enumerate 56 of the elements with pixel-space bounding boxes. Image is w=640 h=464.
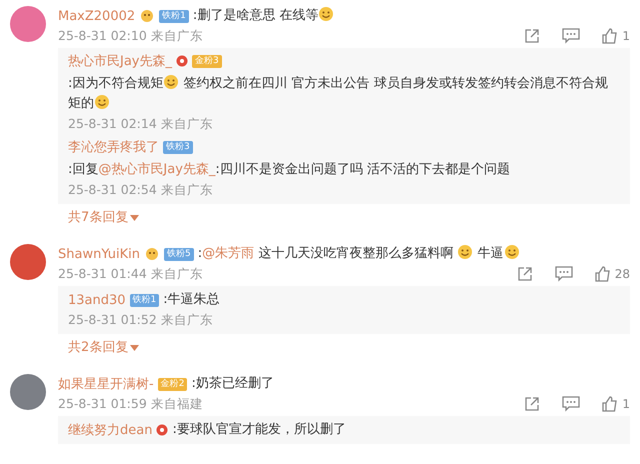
- mention-link[interactable]: @朱芳雨: [202, 246, 254, 261]
- username[interactable]: MaxZ20002: [58, 8, 136, 24]
- comment-icon[interactable]: [562, 28, 580, 44]
- share-icon[interactable]: [524, 28, 540, 44]
- avatar[interactable]: [10, 6, 46, 42]
- avatar[interactable]: [10, 244, 46, 280]
- fan-badge: 铁粉1: [130, 294, 160, 306]
- username[interactable]: ShawnYuiKin: [58, 246, 140, 262]
- comment-time: 25-8-31 01:59 来自福建: [58, 395, 203, 413]
- emoji-icon: [163, 74, 180, 90]
- username[interactable]: 继续努力dean: [68, 421, 152, 439]
- emoji-icon: [504, 244, 520, 260]
- comment-text: :@朱芳雨 这十几天没吃宵夜整那么多猛料啊 牛逼: [198, 244, 520, 264]
- like-count: 1: [622, 29, 630, 43]
- fan-badge: 铁粉1: [159, 10, 189, 22]
- comment-text: :删了是啥意思 在线等: [192, 6, 334, 26]
- reply-text: :要球队官宣才能发，所以删了: [172, 421, 346, 439]
- emoji-badge-icon: [144, 247, 160, 261]
- reply-text: :回复@热心市民Jay先森_:四川不是资金出问题了吗 活不活的下去都是个问题: [68, 161, 510, 179]
- reply-time: 25-8-31 02:54 来自广东: [68, 182, 213, 197]
- caret-icon: [130, 345, 140, 351]
- comment-time: 25-8-31 01:44 来自广东: [58, 265, 203, 283]
- emoji-badge-icon: [139, 9, 156, 23]
- avatar[interactable]: [10, 374, 46, 410]
- comment-text: :奶茶已经删了: [191, 375, 274, 393]
- emoji-icon: [318, 6, 334, 22]
- share-icon[interactable]: [516, 266, 533, 282]
- like-count: 1: [622, 397, 630, 411]
- thumbs-up-icon[interactable]: [594, 266, 611, 282]
- fan-badge: 铁粉3: [163, 140, 193, 154]
- emoji-icon: [94, 94, 110, 110]
- verified-icon: [156, 424, 168, 436]
- more-replies-link[interactable]: 共7条回复: [58, 204, 630, 230]
- username[interactable]: 李沁您弄疼我了: [68, 138, 159, 156]
- fan-badge: 铁粉5: [164, 248, 194, 260]
- comment-icon[interactable]: [554, 266, 573, 282]
- reply-text: :牛逼朱总: [163, 291, 220, 309]
- username[interactable]: 13and30: [68, 292, 126, 308]
- share-icon[interactable]: [524, 396, 540, 412]
- comment-icon[interactable]: [562, 396, 580, 412]
- like-count: 28: [614, 267, 630, 281]
- reply-text: :因为不符合规矩 签约权之前在四川 官方未出公告 球员自身发或转发签约转会消息不符合规矩的: [68, 74, 609, 113]
- thumbs-up-icon[interactable]: [602, 28, 618, 44]
- comment-time: 25-8-31 02:10 来自广东: [58, 27, 203, 45]
- caret-icon: [130, 215, 140, 221]
- fan-badge: 金粉2: [158, 378, 188, 390]
- reply-time: 25-8-31 02:14 来自广东: [68, 116, 213, 131]
- reply-time: 25-8-31 01:52 来自广东: [68, 312, 213, 327]
- mention-link[interactable]: @热心市民Jay先森_: [98, 162, 216, 177]
- username[interactable]: 热心市民Jay先森_: [68, 52, 172, 70]
- emoji-icon: [457, 244, 474, 260]
- fan-badge: 金粉3: [192, 54, 222, 68]
- username[interactable]: 如果星星开满树-: [58, 375, 154, 393]
- thumbs-up-icon[interactable]: [602, 396, 618, 412]
- verified-icon: [176, 55, 188, 67]
- more-replies-link[interactable]: 共2条回复: [58, 334, 630, 360]
